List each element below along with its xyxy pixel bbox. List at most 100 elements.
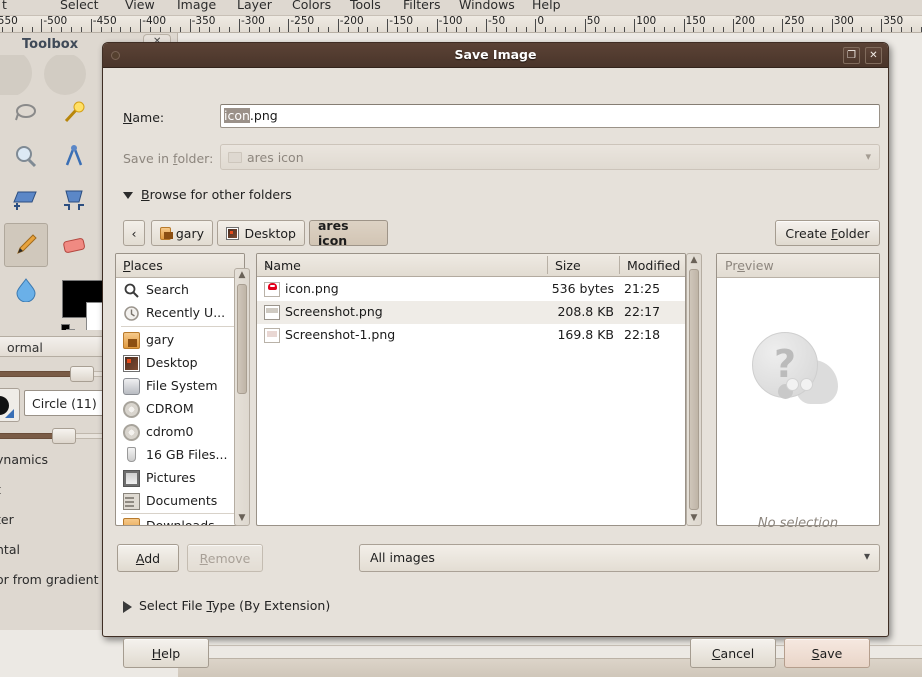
ruler-minor-tick bbox=[357, 27, 359, 32]
horizontal-ruler[interactable]: -550-500-450-400-350-300-250-200-150-100… bbox=[0, 16, 922, 33]
opacity-slider[interactable] bbox=[0, 366, 110, 382]
ruler-minor-tick bbox=[229, 27, 231, 32]
file-modified-2: 22:18 bbox=[624, 327, 661, 342]
ruler-label: -500 bbox=[43, 16, 68, 27]
ruler-minor-tick bbox=[703, 27, 705, 32]
menu-item-help[interactable]: Help bbox=[532, 0, 561, 12]
chevron-down-icon: ▾ bbox=[863, 549, 870, 563]
add-button[interactable]: Add bbox=[117, 544, 179, 572]
add-label: Add bbox=[135, 550, 161, 566]
ruler-minor-tick bbox=[61, 27, 63, 32]
ruler-label: -450 bbox=[92, 16, 117, 27]
place-item-search[interactable]: Search bbox=[116, 279, 244, 302]
breadcrumb-gary[interactable]: gary bbox=[151, 220, 213, 246]
fuzzy-select-tool[interactable] bbox=[52, 91, 96, 135]
menu-item-view[interactable]: View bbox=[125, 0, 155, 12]
place-item-recently-used[interactable]: Recently U... bbox=[116, 302, 244, 325]
places-scroll-thumb[interactable] bbox=[237, 284, 247, 394]
scroll-up-icon[interactable]: ▲ bbox=[235, 269, 249, 282]
breadcrumb-desktop[interactable]: Desktop bbox=[217, 220, 305, 246]
file-row-icon-png[interactable]: icon.png 536 bytes 21:25 bbox=[257, 278, 685, 301]
file-list-scroll-thumb[interactable] bbox=[689, 269, 699, 510]
brush-preview[interactable] bbox=[0, 388, 20, 422]
ruler-minor-tick bbox=[663, 27, 665, 32]
breadcrumb-gary-label: gary bbox=[175, 225, 204, 241]
place-item-desktop[interactable]: Desktop bbox=[116, 352, 244, 375]
create-folder-button[interactable]: Create Folder bbox=[775, 220, 880, 246]
ruler-label: -300 bbox=[241, 16, 265, 27]
ruler-label: -200 bbox=[339, 16, 364, 27]
ruler-minor-tick bbox=[406, 27, 408, 32]
measure-tool[interactable] bbox=[52, 135, 96, 179]
place-item-16gb-filesystem[interactable]: 16 GB Files... bbox=[116, 444, 244, 467]
place-item-downloads[interactable]: Downloads bbox=[116, 515, 244, 525]
brush-name-field[interactable]: Circle (11) bbox=[24, 390, 110, 416]
chevron-down-icon: ▾ bbox=[865, 150, 871, 163]
toolbox-title: Toolbox bbox=[22, 37, 79, 52]
ruler-minor-tick bbox=[367, 27, 369, 32]
column-header-size[interactable]: Size bbox=[548, 254, 620, 276]
file-row-screenshot-png[interactable]: Screenshot.png 208.8 KB 22:17 bbox=[257, 301, 685, 324]
menu-item-image[interactable]: Image bbox=[177, 0, 216, 12]
place-item-file-system[interactable]: File System bbox=[116, 375, 244, 398]
menu-item-tools[interactable]: Tools bbox=[350, 0, 381, 12]
help-button[interactable]: Help bbox=[123, 638, 209, 668]
close-icon[interactable]: ✕ bbox=[865, 47, 882, 64]
ruler-minor-tick bbox=[910, 27, 912, 32]
preview-header: Preview bbox=[717, 254, 879, 278]
ruler-label: 150 bbox=[685, 16, 706, 27]
place-item-documents[interactable]: Documents bbox=[116, 490, 244, 513]
remove-button: Remove bbox=[187, 544, 263, 572]
ruler-minor-tick bbox=[555, 27, 557, 32]
menu-item-colors[interactable]: Colors bbox=[292, 0, 331, 12]
paintbrush-tool[interactable] bbox=[4, 223, 48, 267]
place-item-gary[interactable]: gary bbox=[116, 329, 244, 352]
column-header-modified[interactable]: Modified bbox=[620, 254, 685, 276]
brush-size-slider[interactable] bbox=[0, 428, 110, 444]
breadcrumb-back-button[interactable]: ‹ bbox=[123, 220, 145, 246]
select-file-type-toggle[interactable]: Select File Type (By Extension) bbox=[123, 598, 330, 613]
place-item-cdrom[interactable]: CDROM bbox=[116, 398, 244, 421]
menu-item-layer[interactable]: Layer bbox=[237, 0, 272, 12]
ruler-minor-tick bbox=[31, 27, 33, 32]
scroll-down-icon[interactable]: ▼ bbox=[687, 512, 701, 525]
scroll-up-icon[interactable]: ▲ bbox=[687, 254, 701, 267]
dialog-titlebar[interactable]: Save Image ❐ ✕ bbox=[103, 43, 888, 68]
place-item-pictures[interactable]: Pictures bbox=[116, 467, 244, 490]
file-row-screenshot-1-png[interactable]: Screenshot-1.png 169.8 KB 22:18 bbox=[257, 324, 685, 347]
blur-tool[interactable] bbox=[4, 267, 48, 311]
menu-item-windows[interactable]: Windows bbox=[459, 0, 515, 12]
menu-item-0[interactable]: t bbox=[2, 0, 7, 12]
eraser-tool[interactable] bbox=[52, 223, 96, 267]
menu-item-select[interactable]: Select bbox=[60, 0, 99, 12]
paint-mode-combo[interactable]: ormal bbox=[0, 336, 110, 357]
file-list-pane: Name ⌄ Size Modified icon.png 536 bytes … bbox=[256, 253, 686, 526]
ruler-minor-tick bbox=[723, 27, 725, 32]
file-filter-value: All images bbox=[370, 550, 435, 565]
save-button[interactable]: Save bbox=[784, 638, 870, 668]
ruler-minor-tick bbox=[802, 27, 804, 32]
place-item-cdrom0[interactable]: cdrom0 bbox=[116, 421, 244, 444]
cancel-label: Cancel bbox=[711, 645, 755, 661]
file-filter-combo[interactable]: All images ▾ bbox=[359, 544, 880, 572]
option-row-1-label: t bbox=[0, 482, 1, 497]
ruler-minor-tick bbox=[71, 27, 73, 32]
places-scrollbar[interactable]: ▲ ▼ bbox=[234, 268, 250, 526]
cancel-button[interactable]: Cancel bbox=[690, 638, 776, 668]
menu-item-filters[interactable]: Filters bbox=[403, 0, 440, 12]
place-label-pictures: Pictures bbox=[146, 470, 196, 485]
place-label-cdrom0: cdrom0 bbox=[146, 424, 194, 439]
free-select-tool[interactable] bbox=[4, 91, 48, 135]
save-in-folder-combo[interactable]: ares icon ▾ bbox=[220, 144, 880, 170]
ruler-minor-tick bbox=[525, 27, 527, 32]
browse-for-other-folders-toggle[interactable]: Browse for other folders bbox=[123, 187, 292, 202]
align-tool[interactable] bbox=[4, 179, 48, 223]
crop-tool[interactable] bbox=[52, 179, 96, 223]
zoom-tool[interactable] bbox=[4, 135, 48, 179]
file-list-scrollbar[interactable]: ▲ ▼ bbox=[686, 253, 702, 526]
scroll-down-icon[interactable]: ▼ bbox=[235, 512, 249, 525]
column-header-name[interactable]: Name ⌄ bbox=[257, 254, 548, 276]
filename-input[interactable]: icon.png bbox=[220, 104, 880, 128]
breadcrumb-ares-icon[interactable]: ares icon bbox=[309, 218, 388, 248]
maximize-icon[interactable]: ❐ bbox=[843, 47, 860, 64]
